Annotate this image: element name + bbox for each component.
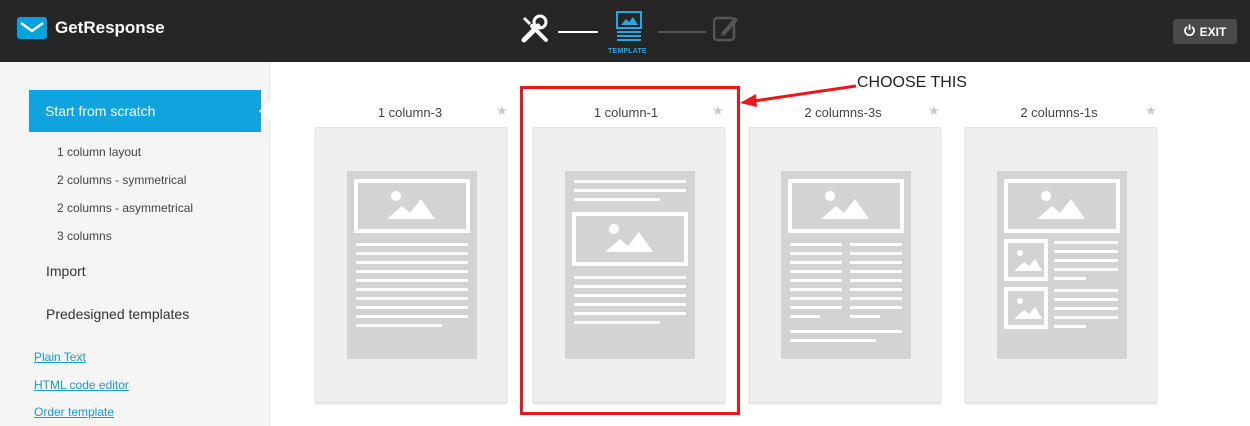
wizard-steps: TEMPLATE bbox=[508, 8, 758, 58]
star-icon[interactable]: ★ bbox=[496, 103, 508, 119]
tools-icon[interactable] bbox=[518, 12, 552, 51]
annotation-arrow-icon bbox=[740, 84, 857, 107]
sidebar-subitem-2-columns-symmetrical[interactable]: 2 columns - symmetrical bbox=[57, 173, 186, 187]
sidebar-subitem-2-columns-asymmetrical[interactable]: 2 columns - asymmetrical bbox=[57, 201, 193, 215]
power-icon bbox=[1183, 24, 1195, 39]
template-card-2-columns-3s[interactable] bbox=[749, 127, 941, 403]
plain-text-link[interactable]: Plain Text bbox=[34, 350, 86, 364]
sidebar-item-predesigned-templates[interactable]: Predesigned templates bbox=[46, 306, 189, 322]
template-title: 1 column-3 bbox=[377, 105, 443, 120]
template-preview bbox=[781, 171, 911, 359]
star-icon[interactable]: ★ bbox=[928, 103, 940, 119]
template-preview bbox=[347, 171, 477, 359]
template-step-icon[interactable] bbox=[616, 11, 642, 50]
edit-icon[interactable] bbox=[712, 14, 739, 47]
brand-name: GetResponse bbox=[55, 18, 165, 37]
html-code-editor-link[interactable]: HTML code editor bbox=[34, 378, 129, 392]
star-icon[interactable]: ★ bbox=[1145, 103, 1157, 119]
template-title: 2 columns-1s bbox=[1020, 105, 1098, 120]
exit-button[interactable]: EXIT bbox=[1173, 19, 1237, 44]
sidebar: Start from scratch 1 column layout 2 col… bbox=[0, 62, 270, 426]
template-card-1-column-3[interactable] bbox=[315, 127, 507, 403]
sidebar-item-import[interactable]: Import bbox=[46, 263, 86, 279]
top-bar: GetResponse TEMPLATE EXIT bbox=[0, 0, 1250, 62]
order-template-link[interactable]: Order template bbox=[34, 405, 114, 419]
brand-logo[interactable]: GetResponse bbox=[17, 17, 165, 39]
template-card-2-columns-1s[interactable] bbox=[965, 127, 1157, 403]
sidebar-subitem-3-columns[interactable]: 3 columns bbox=[57, 229, 112, 243]
highlight-box bbox=[520, 86, 740, 415]
active-indicator bbox=[259, 101, 270, 121]
annotation-label: CHOOSE THIS bbox=[857, 74, 967, 91]
step-label: TEMPLATE bbox=[608, 48, 647, 55]
template-preview bbox=[997, 171, 1127, 359]
sidebar-item-start-from-scratch[interactable]: Start from scratch bbox=[29, 90, 261, 132]
exit-label: EXIT bbox=[1199, 24, 1227, 39]
sidebar-subitem-1-column[interactable]: 1 column layout bbox=[57, 145, 141, 159]
step-connector bbox=[558, 31, 598, 33]
envelope-icon bbox=[17, 17, 47, 39]
step-connector bbox=[658, 31, 706, 33]
